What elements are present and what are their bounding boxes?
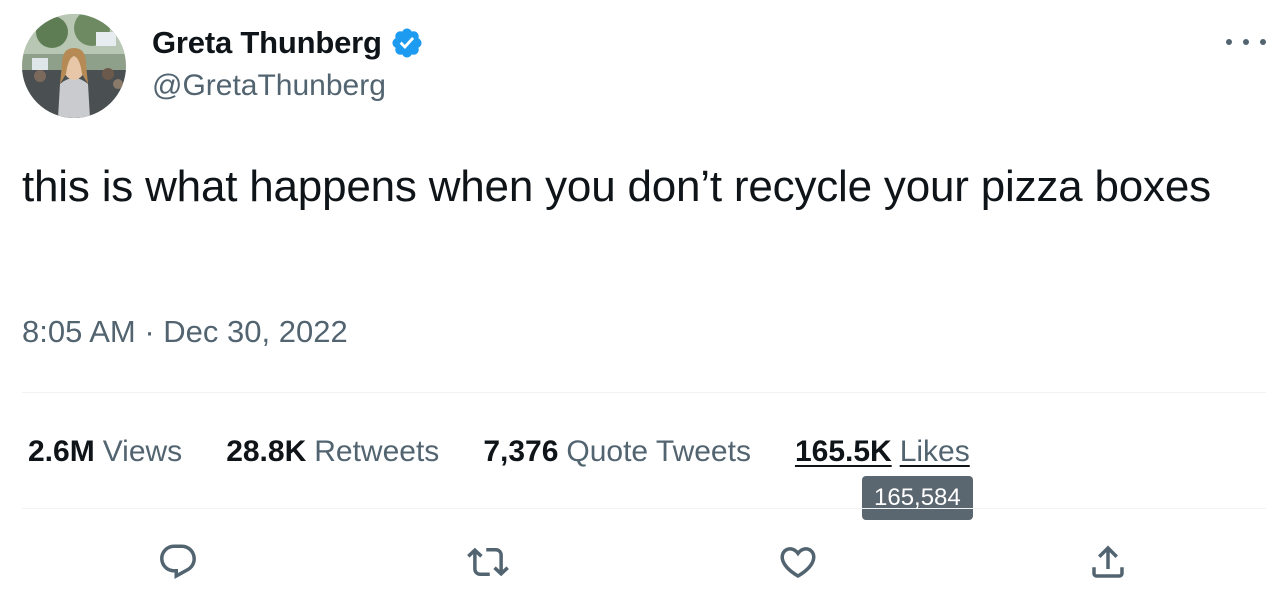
heart-icon[interactable] (774, 538, 822, 586)
divider (22, 508, 1266, 509)
reply-icon[interactable] (154, 538, 202, 586)
quotes-count: 7,376 (483, 435, 559, 468)
stat-quote-tweets[interactable]: 7,376 Quote Tweets (483, 432, 751, 472)
handle[interactable]: @GretaThunberg (152, 68, 386, 104)
retweets-label: Retweets (314, 435, 440, 468)
more-options-icon[interactable] (1226, 30, 1266, 54)
tweet-actions (0, 538, 1288, 588)
display-name[interactable]: Greta Thunberg (152, 24, 382, 62)
avatar[interactable] (22, 14, 126, 118)
verified-badge-icon (390, 26, 424, 60)
retweets-count: 28.8K (226, 435, 307, 468)
retweet-icon[interactable] (464, 538, 512, 586)
profile-photo (22, 14, 126, 118)
share-icon[interactable] (1084, 538, 1132, 586)
dot (1226, 39, 1232, 45)
tweet-timestamp[interactable]: 8:05 AM · Dec 30, 2022 (22, 312, 348, 352)
tweet-text: this is what happens when you don’t recy… (22, 162, 1211, 211)
stat-likes[interactable]: 165.5K Likes (795, 432, 970, 472)
divider (22, 392, 1266, 393)
stat-retweets[interactable]: 28.8K Retweets (226, 432, 439, 472)
stat-views[interactable]: 2.6M Views (28, 432, 182, 472)
likes-tooltip: 165,584 (862, 476, 973, 520)
dot (1243, 39, 1249, 45)
tweet-stats: 2.6M Views 28.8K Retweets 7,376 Quote Tw… (28, 432, 970, 472)
likes-label: Likes (899, 435, 970, 468)
views-count: 2.6M (28, 435, 95, 468)
quotes-label: Quote Tweets (566, 435, 751, 468)
author-name-row[interactable]: Greta Thunberg (152, 24, 424, 62)
views-label: Views (102, 435, 183, 468)
dot (1260, 39, 1266, 45)
likes-count: 165.5K (794, 435, 892, 468)
